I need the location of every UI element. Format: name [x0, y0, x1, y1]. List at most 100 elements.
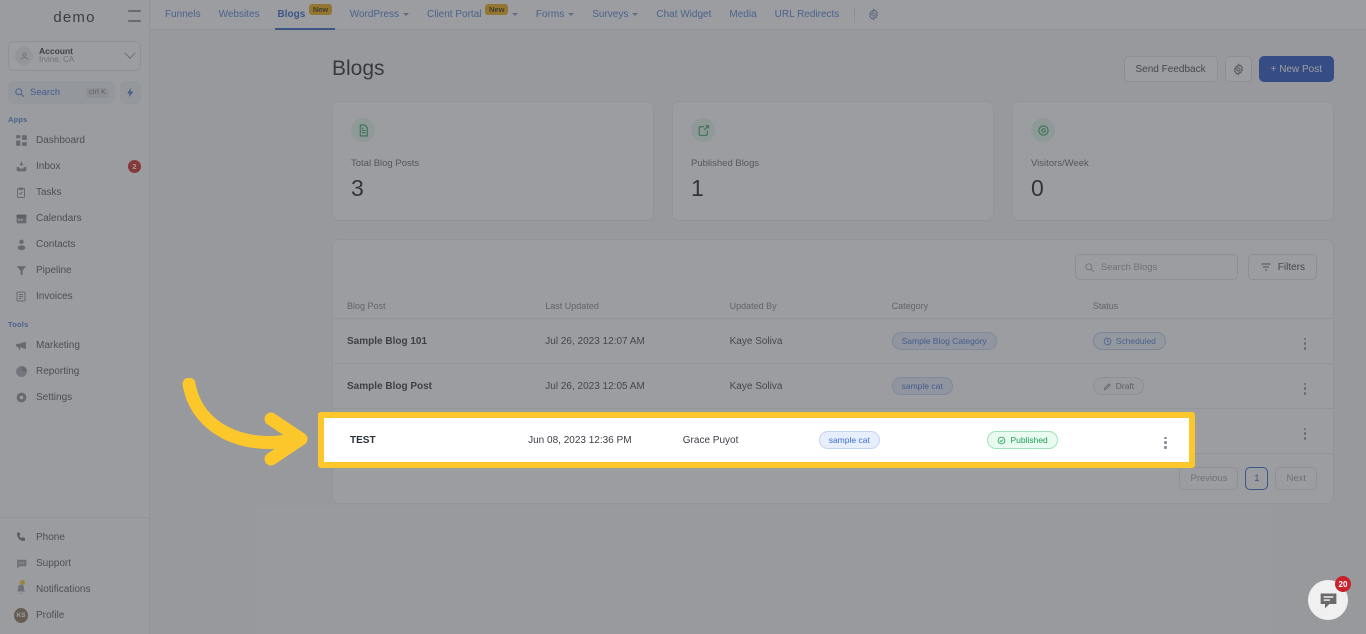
sidebar-item-label: Support — [36, 557, 72, 569]
stat-value: 0 — [1031, 175, 1044, 201]
tab-new-badge: New — [485, 4, 508, 15]
kebab-menu-icon[interactable] — [1164, 436, 1167, 449]
cell-blog-post: TEST — [350, 434, 376, 446]
gear-icon — [1233, 62, 1243, 76]
sidebar-item-calendars[interactable]: Calendars — [0, 205, 149, 231]
tab-label: URL Redirects — [774, 9, 840, 20]
nav-section-apps-label: Apps — [8, 115, 28, 124]
sidebar-item-invoices[interactable]: Invoices — [0, 283, 149, 309]
tab-websites[interactable]: Websites — [210, 0, 269, 30]
inbox-icon — [14, 159, 28, 173]
phone-icon — [14, 530, 28, 544]
tab-wordpress[interactable]: WordPress — [341, 0, 418, 30]
sidebar-item-contacts[interactable]: Contacts — [0, 231, 149, 257]
new-post-button[interactable]: + New Post — [1258, 56, 1334, 82]
top-navigation-bar: Funnels Websites Blogs New WordPress Cli… — [150, 0, 1366, 30]
column-header-category: Category — [891, 294, 1093, 319]
search-input[interactable]: Search ctrl K — [8, 81, 115, 104]
tab-label: Media — [729, 9, 757, 20]
search-label: Search — [30, 87, 61, 98]
hamburger-collapse-icon[interactable] — [128, 10, 142, 22]
kebab-menu-icon[interactable] — [1303, 382, 1307, 395]
image-send-icon — [691, 118, 715, 142]
status-label: Scheduled — [1115, 336, 1156, 346]
status-badge: Published — [987, 431, 1058, 449]
tab-label: Forms — [535, 9, 565, 20]
highlighted-row-content: TEST Jun 08, 2023 12:36 PM Grace Puyot s… — [324, 418, 1189, 462]
sidebar-item-inbox[interactable]: Inbox 2 — [0, 153, 149, 179]
chevron-down-icon — [403, 13, 410, 16]
sidebar-item-reporting[interactable]: Reporting — [0, 358, 149, 384]
pagination-page-1[interactable]: 1 — [1245, 467, 1269, 490]
sidebar-item-support[interactable]: Support — [0, 550, 149, 576]
sidebar-item-phone[interactable]: Phone — [0, 524, 149, 550]
stat-card-total-blog-posts: Total Blog Posts 3 — [332, 101, 654, 221]
tab-funnels[interactable]: Funnels — [156, 0, 210, 30]
highlighted-table-row[interactable]: TEST Jun 08, 2023 12:36 PM Grace Puyot s… — [318, 412, 1195, 468]
send-feedback-button[interactable]: Send Feedback — [1123, 56, 1218, 82]
kebab-menu-icon[interactable] — [1303, 337, 1307, 350]
sidebar-item-notifications[interactable]: Notifications — [0, 576, 149, 602]
table-row[interactable]: Sample Blog 101 Jul 26, 2023 12:07 AM Ka… — [333, 318, 1333, 364]
tab-blogs[interactable]: Blogs New — [269, 0, 341, 30]
tab-label: Client Portal — [427, 9, 482, 20]
top-settings-button[interactable] — [861, 8, 886, 21]
clock-icon — [1103, 337, 1112, 345]
account-selector[interactable]: Account Irvine, CA — [8, 41, 141, 71]
account-text: Account Irvine, CA — [39, 47, 120, 64]
tab-label: Blogs — [277, 9, 306, 20]
sidebar-brand-row: demo — [0, 0, 149, 34]
tab-label: WordPress — [349, 9, 400, 20]
sidebar-item-pipeline[interactable]: Pipeline — [0, 257, 149, 283]
sidebar-item-label: Pipeline — [36, 264, 72, 276]
column-header-blog-post: Blog Post — [333, 294, 546, 319]
pagination-previous-button[interactable]: Previous — [1179, 467, 1239, 490]
person-icon — [14, 237, 28, 251]
chevron-down-icon — [511, 13, 518, 16]
column-header-updated-by: Updated By — [729, 294, 892, 319]
search-icon — [1085, 262, 1094, 272]
status-badge: Draft — [1092, 377, 1145, 395]
tab-new-badge: New — [309, 4, 332, 15]
filter-lines-icon — [1261, 263, 1271, 271]
sidebar-item-profile[interactable]: KS Profile — [0, 602, 149, 628]
file-text-icon — [351, 118, 375, 142]
cell-last-updated: Jul 26, 2023 12:07 AM — [545, 318, 730, 364]
status-label: Published — [1010, 435, 1048, 445]
page-title: Blogs — [332, 57, 385, 80]
tab-surveys[interactable]: Surveys — [583, 0, 647, 30]
tab-chat-widget[interactable]: Chat Widget — [647, 0, 720, 30]
invoice-document-icon — [14, 289, 28, 303]
column-header-actions — [1277, 294, 1333, 319]
search-blogs-input[interactable]: Search Blogs — [1074, 254, 1238, 280]
megaphone-icon — [14, 338, 28, 352]
gear-icon — [14, 390, 28, 404]
tab-media[interactable]: Media — [720, 0, 765, 30]
category-chip: sample cat — [818, 431, 880, 449]
calendar-icon — [14, 211, 28, 225]
chat-widget-button[interactable]: 20 — [1308, 576, 1351, 620]
tab-url-redirects[interactable]: URL Redirects — [766, 0, 849, 30]
inbox-unread-badge: 2 — [128, 159, 141, 173]
sidebar-item-label: Phone — [36, 531, 65, 543]
lightning-bolt-icon[interactable] — [120, 81, 141, 104]
sidebar-item-marketing[interactable]: Marketing — [0, 332, 149, 358]
sidebar-item-label: Dashboard — [36, 134, 85, 146]
sidebar-item-dashboard[interactable]: Dashboard — [0, 127, 149, 153]
user-circle-icon — [15, 47, 33, 65]
kebab-menu-icon[interactable] — [1303, 427, 1307, 440]
column-header-status: Status — [1092, 294, 1278, 319]
tab-client-portal[interactable]: Client Portal New — [418, 0, 527, 30]
tab-forms[interactable]: Forms — [527, 0, 583, 30]
status-badge: Scheduled — [1092, 332, 1166, 350]
blog-settings-button[interactable] — [1224, 56, 1252, 82]
stat-value: 3 — [351, 175, 364, 201]
sidebar-item-settings[interactable]: Settings — [0, 384, 149, 410]
table-row[interactable]: Sample Blog Post Jul 26, 2023 12:05 AM K… — [333, 363, 1333, 409]
sidebar-item-tasks[interactable]: Tasks — [0, 179, 149, 205]
filters-button[interactable]: Filters — [1247, 254, 1317, 280]
pagination-next-button[interactable]: Next — [1275, 467, 1317, 490]
stat-card-published-blogs: Published Blogs 1 — [672, 101, 994, 221]
chat-unread-badge: 20 — [1335, 576, 1351, 592]
cell-last-updated: Jun 08, 2023 12:36 PM — [528, 434, 632, 446]
